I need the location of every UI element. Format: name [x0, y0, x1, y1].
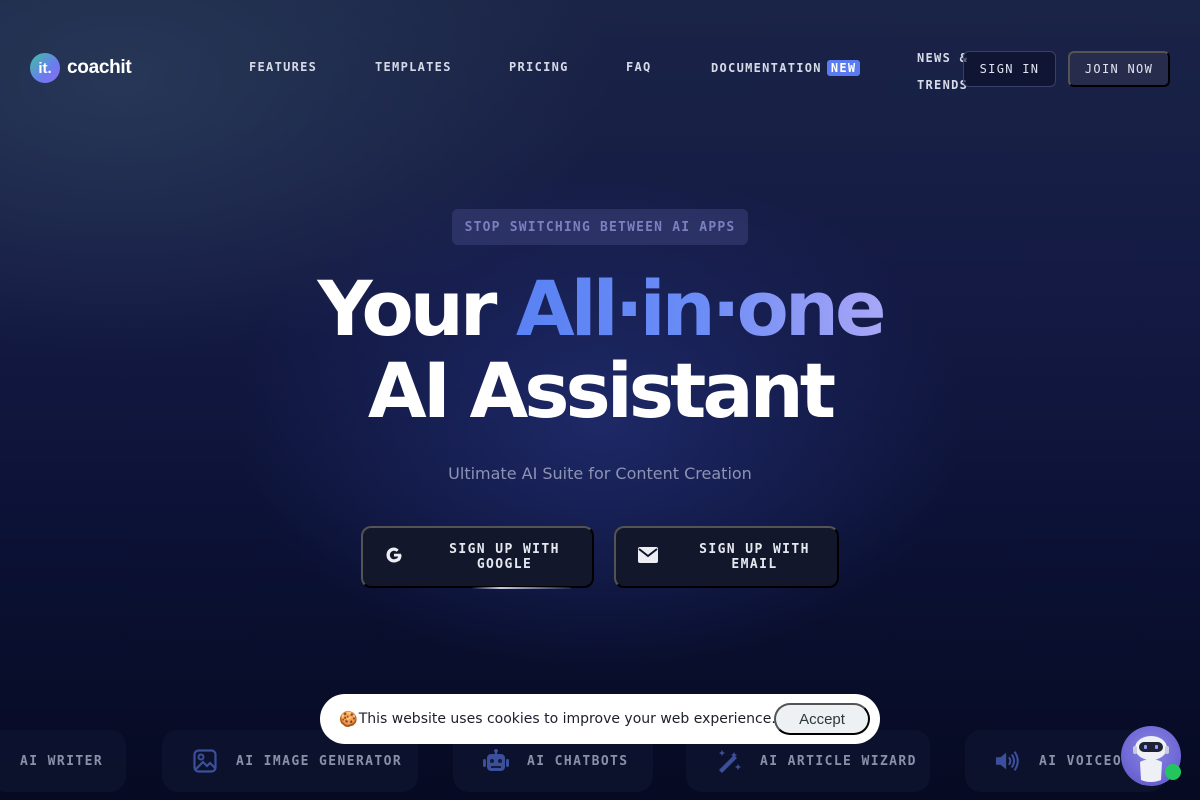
tool-ai-writer[interactable]: AI WRITER: [0, 730, 126, 792]
cta-underline: [471, 587, 571, 589]
nav-news-line1: NEWS &: [917, 51, 969, 65]
envelope-icon: [638, 547, 658, 567]
robot-icon: [483, 748, 509, 774]
cookie-accept-button[interactable]: Accept: [774, 703, 870, 735]
cookie-banner: 🍪 This website uses cookies to improve y…: [320, 694, 880, 744]
headline-line2: AI Assistant: [367, 346, 836, 435]
sign-up-google-label: SIGN UP WITH GOOGLE: [449, 542, 560, 572]
hero-headline: Your All·in·one AI Assistant: [0, 268, 1200, 432]
sign-up-email-button[interactable]: SIGN UP WITH EMAIL: [614, 526, 839, 588]
hero-subtitle: Ultimate AI Suite for Content Creation: [448, 464, 752, 483]
sign-in-button[interactable]: SIGN IN: [963, 51, 1056, 87]
logo-text: coachit: [67, 57, 132, 78]
tool-ai-chatbots-label: AI CHATBOTS: [527, 753, 629, 769]
nav-templates[interactable]: TEMPLATES: [375, 60, 452, 74]
join-now-button[interactable]: JOIN NOW: [1068, 51, 1170, 87]
logo[interactable]: it. coachit: [30, 53, 132, 83]
new-badge: NEW: [826, 60, 861, 76]
google-icon: [385, 546, 403, 568]
nav-news-trends[interactable]: NEWS & TRENDS: [917, 45, 968, 99]
nav-documentation-label: DOCUMENTATION: [711, 61, 822, 75]
tool-ai-image-generator-label: AI IMAGE GENERATOR: [236, 753, 403, 769]
nav-features[interactable]: FEATURES: [249, 60, 317, 74]
cookie-icon: 🍪: [339, 710, 358, 728]
eyebrow-badge: STOP SWITCHING BETWEEN AI APPS: [452, 209, 748, 245]
sign-up-google-button[interactable]: SIGN UP WITH GOOGLE: [361, 526, 594, 588]
magic-wand-icon: [716, 748, 742, 774]
tool-ai-writer-label: AI WRITER: [20, 753, 104, 769]
nav-documentation[interactable]: DOCUMENTATION NEW: [711, 60, 861, 76]
image-icon: [192, 748, 218, 774]
tool-ai-article-wizard-label: AI ARTICLE WIZARD: [760, 753, 917, 769]
nav-faq[interactable]: FAQ: [626, 60, 652, 74]
nav-news-line2: TRENDS: [917, 78, 969, 92]
logo-badge: it.: [30, 53, 60, 83]
headline-your: Your: [317, 264, 516, 353]
site-header: it. coachit FEATURES TEMPLATES PRICING F…: [0, 0, 1200, 135]
headline-gradient: All·in·one: [515, 264, 887, 353]
online-status-dot: [1165, 764, 1181, 780]
sign-up-email-label: SIGN UP WITH EMAIL: [699, 542, 810, 572]
nav-pricing[interactable]: PRICING: [509, 60, 569, 74]
speaker-icon: [995, 748, 1021, 774]
cookie-text: This website uses cookies to improve you…: [358, 711, 776, 727]
